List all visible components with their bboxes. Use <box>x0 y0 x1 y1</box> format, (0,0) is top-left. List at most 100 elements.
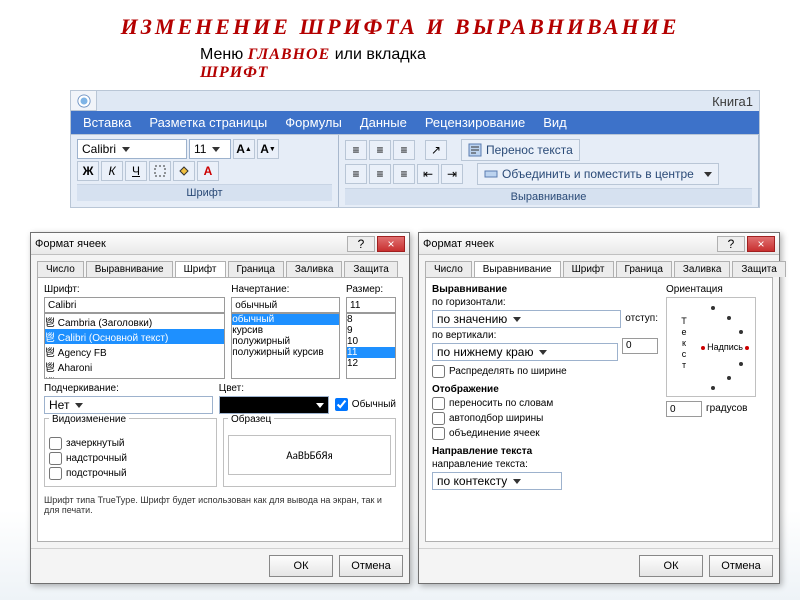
vertical-combo[interactable]: по нижнему краю <box>432 343 618 361</box>
cancel-button[interactable]: Отмена <box>709 555 773 577</box>
tab-border[interactable]: Граница <box>228 261 284 277</box>
office-button[interactable] <box>71 91 97 111</box>
font-list[interactable]: 鬯 Cambria (Заголовки) 鬯 Calibri (Основно… <box>44 313 225 379</box>
justify-distributed-checkbox[interactable]: Распределять по ширине <box>432 365 658 378</box>
tab-view[interactable]: Вид <box>543 115 567 130</box>
help-button[interactable]: ? <box>347 236 375 252</box>
list-item[interactable]: 9 <box>347 325 395 336</box>
underline-label: Подчеркивание: <box>44 383 213 394</box>
subtitle-highlight-main: ГЛАВНОЕ <box>248 46 331 63</box>
tab-page-layout[interactable]: Разметка страницы <box>149 115 267 130</box>
chevron-down-icon <box>539 350 547 355</box>
fill-color-button[interactable] <box>173 161 195 181</box>
underline-value: Нет <box>49 398 69 412</box>
ok-button[interactable]: ОК <box>639 555 703 577</box>
ok-button[interactable]: ОК <box>269 555 333 577</box>
font-combo[interactable]: Calibri <box>77 139 187 159</box>
shrink-checkbox[interactable]: автоподбор ширины <box>432 412 658 425</box>
tab-font[interactable]: Шрифт <box>563 261 614 277</box>
help-button[interactable]: ? <box>717 236 745 252</box>
size-list[interactable]: 8 9 10 11 12 <box>346 313 396 379</box>
list-item[interactable]: обычный <box>232 314 339 325</box>
tab-protection[interactable]: Защита <box>344 261 397 277</box>
page-title: ИЗМЕНЕНИЕ ШРИФТА И ВЫРАВНИВАНИЕ <box>0 0 800 46</box>
wrap-checkbox[interactable]: переносить по словам <box>432 397 658 410</box>
align-top-button[interactable]: ≡ <box>345 140 367 160</box>
bold-button[interactable]: Ж <box>77 161 99 181</box>
list-item[interactable]: 12 <box>347 358 395 369</box>
tab-border[interactable]: Граница <box>616 261 672 277</box>
style-input[interactable] <box>231 297 340 313</box>
indent-increase-button[interactable]: ⇥ <box>441 164 463 184</box>
size-input[interactable] <box>346 297 396 313</box>
tab-insert[interactable]: Вставка <box>83 115 131 130</box>
list-item[interactable]: 鬯 Calibri (Основной текст) <box>45 329 224 344</box>
superscript-checkbox[interactable]: надстрочный <box>49 452 212 465</box>
textdir-combo[interactable]: по контексту <box>432 472 562 490</box>
tab-fill[interactable]: Заливка <box>286 261 343 277</box>
list-item[interactable]: 鬯 Agency FB <box>45 344 224 359</box>
ribbon: Книга1 Вставка Разметка страницы Формулы… <box>70 90 760 208</box>
list-item[interactable]: 11 <box>347 347 395 358</box>
chevron-down-icon <box>316 403 324 408</box>
merge-checkbox[interactable]: объединение ячеек <box>432 427 658 440</box>
tab-fill[interactable]: Заливка <box>674 261 731 277</box>
wrap-text-button[interactable]: Перенос текста <box>461 139 580 161</box>
wrap-text-label: Перенос текста <box>486 143 573 157</box>
dialog-titlebar[interactable]: Формат ячеек ? × <box>31 233 409 255</box>
list-item[interactable]: 鬯 Aharoni <box>45 359 224 374</box>
list-item[interactable]: 10 <box>347 336 395 347</box>
border-button[interactable] <box>149 161 171 181</box>
list-item[interactable]: курсив <box>232 325 339 336</box>
orientation-dial[interactable]: Текст Надпись <box>666 297 756 397</box>
underline-combo[interactable]: Нет <box>44 396 213 414</box>
close-button[interactable]: × <box>377 236 405 252</box>
horizontal-combo[interactable]: по значению <box>432 310 621 328</box>
tab-data[interactable]: Данные <box>360 115 407 130</box>
list-item[interactable]: полужирный <box>232 336 339 347</box>
merge-center-button[interactable]: Объединить и поместить в центре <box>477 163 719 185</box>
list-item[interactable]: 鬯 Algerian <box>45 374 224 379</box>
align-middle-button[interactable]: ≡ <box>369 140 391 160</box>
degrees-spinner[interactable] <box>666 401 702 417</box>
indent-spinner[interactable] <box>622 338 658 354</box>
style-list[interactable]: обычный курсив полужирный полужирный кур… <box>231 313 340 379</box>
tab-protection[interactable]: Защита <box>732 261 785 277</box>
size-value: 11 <box>194 142 206 156</box>
tab-alignment[interactable]: Выравнивание <box>86 261 173 277</box>
orientation-button[interactable]: ↗ <box>425 140 447 160</box>
dialog-titlebar[interactable]: Формат ячеек ? × <box>419 233 779 255</box>
underline-button[interactable]: Ч <box>125 161 147 181</box>
bucket-icon <box>178 165 190 177</box>
orientation-vertical-text: Текст <box>679 316 689 371</box>
tab-review[interactable]: Рецензирование <box>425 115 525 130</box>
subscript-checkbox[interactable]: подстрочный <box>49 467 212 480</box>
indent-decrease-button[interactable]: ⇤ <box>417 164 439 184</box>
subtitle: Меню ГЛАВНОЕ или вкладка ШРИФТ <box>0 46 800 82</box>
align-center-button[interactable]: ≡ <box>369 164 391 184</box>
tab-formulas[interactable]: Формулы <box>285 115 342 130</box>
normal-checkbox[interactable]: Обычный <box>335 397 396 412</box>
color-combo[interactable] <box>219 396 329 414</box>
align-right-button[interactable]: ≡ <box>393 164 415 184</box>
grow-font-button[interactable]: A▲ <box>233 139 255 159</box>
align-bottom-button[interactable]: ≡ <box>393 140 415 160</box>
font-input[interactable] <box>44 297 225 313</box>
align-left-button[interactable]: ≡ <box>345 164 367 184</box>
size-combo[interactable]: 11 <box>189 139 231 159</box>
normal-check[interactable] <box>335 398 348 411</box>
italic-button[interactable]: К <box>101 161 123 181</box>
tab-alignment[interactable]: Выравнивание <box>474 261 561 277</box>
strike-checkbox[interactable]: зачеркнутый <box>49 437 212 450</box>
list-item[interactable]: 8 <box>347 314 395 325</box>
shrink-font-button[interactable]: A▼ <box>257 139 279 159</box>
list-item[interactable]: 鬯 Cambria (Заголовки) <box>45 314 224 329</box>
close-button[interactable]: × <box>747 236 775 252</box>
list-item[interactable]: полужирный курсив <box>232 347 339 358</box>
font-color-button[interactable]: A <box>197 161 219 181</box>
tab-number[interactable]: Число <box>425 261 472 277</box>
tab-font[interactable]: Шрифт <box>175 261 226 277</box>
cancel-button[interactable]: Отмена <box>339 555 403 577</box>
tab-number[interactable]: Число <box>37 261 84 277</box>
group-alignment: ≡ ≡ ≡ ↗ Перенос текста ≡ ≡ ≡ ⇤ ⇥ <box>339 135 759 207</box>
